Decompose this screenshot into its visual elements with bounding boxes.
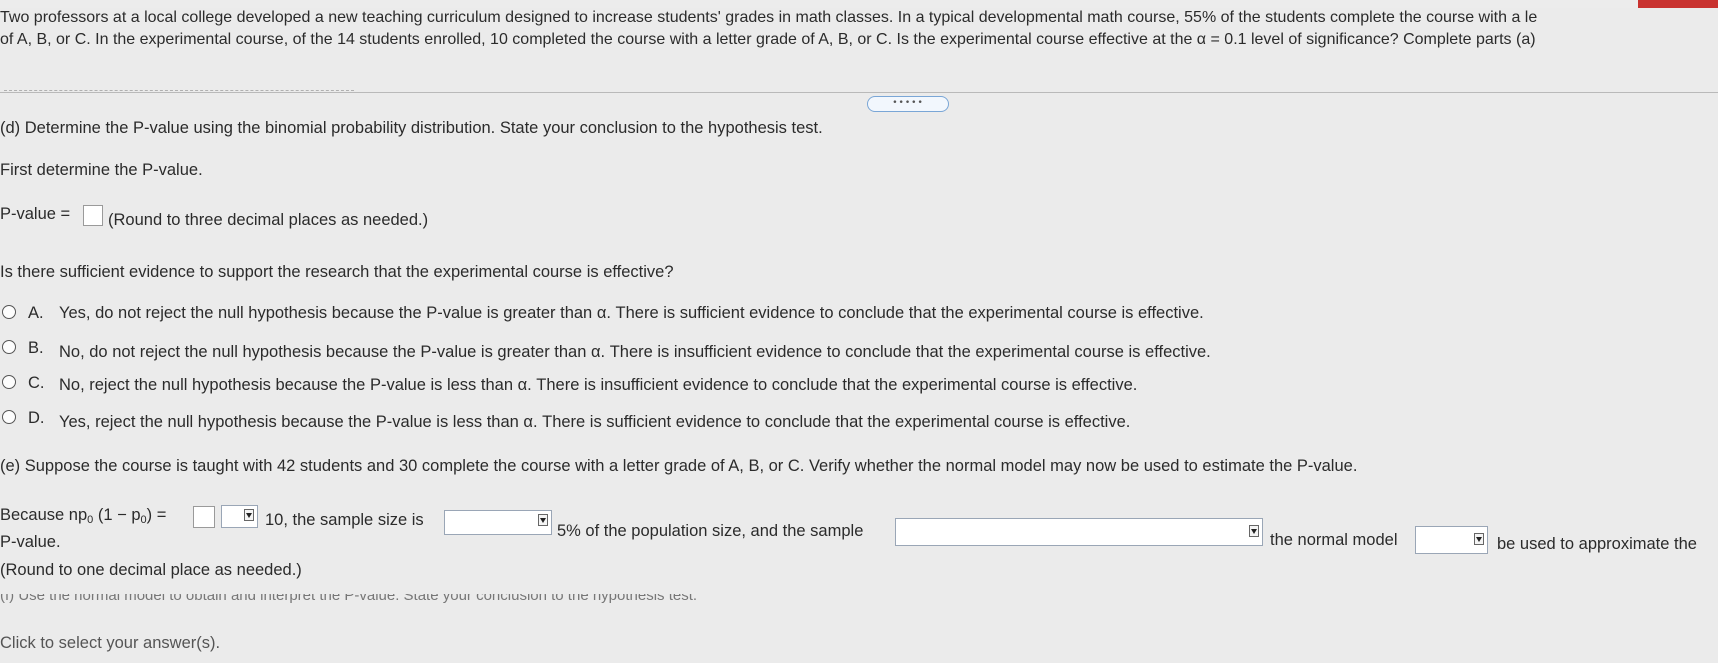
part-e-heading: (e) Suppose the course is taught with 42… [0,457,1358,475]
chevron-down-icon [1249,525,1259,537]
chevron-down-icon [244,509,254,521]
part-e-round-note: (Round to one decimal place as needed.) [0,561,302,579]
subscript-0: 0 [87,514,94,526]
part-d-question: Is there sufficient evidence to support … [0,263,674,281]
radio-b[interactable] [2,340,16,354]
part-d-first-line: First determine the P-value. [0,161,203,179]
paren-close: ) = [146,506,167,524]
radio-a[interactable] [2,305,16,319]
option-d-text: Yes, reject the null hypothesis because … [59,413,1131,431]
paren-open: (1 − p [97,506,141,524]
because-expression: Because np0 (1 − p0) = [0,505,166,527]
chevron-down-icon [538,514,548,526]
sample-size-dropdown[interactable] [444,510,552,535]
comparison-dropdown-1[interactable] [221,505,258,528]
part-f-text: (f) Use the normal model to obtain and i… [0,594,698,604]
pvalue-word: P-value. [0,533,61,551]
footer-instruction: Click to select your answer(s). [0,634,221,652]
part-d-heading: (d) Determine the P-value using the bino… [0,119,823,137]
pct-text: 5% of the population size, and the sampl… [557,522,864,540]
option-c-letter: C. [28,374,45,392]
subscript-0b: 0 [140,514,147,526]
divider [0,92,1718,93]
top-bar-accent [1638,0,1718,8]
chevron-down-icon [1474,533,1484,545]
expand-button[interactable]: ••••• [867,96,949,112]
option-b-letter: B. [28,339,44,357]
option-c-text: No, reject the null hypothesis because t… [59,376,1138,394]
option-d-letter: D. [28,409,45,427]
np-input[interactable] [193,506,215,528]
because-label: Because np [0,506,88,524]
divider-dashed [4,90,354,91]
normal-model-dropdown[interactable] [1415,526,1488,554]
option-a-text: Yes, do not reject the null hypothesis b… [59,304,1204,322]
option-a-letter: A. [28,304,44,322]
part-f-cut-off: (f) Use the normal model to obtain and i… [0,594,850,604]
intro-line-1: Two professors at a local college develo… [0,9,1538,26]
sample-dropdown[interactable] [895,518,1263,546]
normal-model-text: the normal model [1270,531,1398,549]
radio-d[interactable] [2,410,16,424]
option-b-text: No, do not reject the null hypothesis be… [59,343,1211,361]
be-used-text: be used to approximate the [1497,535,1697,553]
pvalue-input[interactable] [83,205,103,226]
pvalue-label: P-value = [0,205,71,223]
radio-c[interactable] [2,375,16,389]
pvalue-round-note: (Round to three decimal places as needed… [108,211,429,229]
top-bar [0,0,1718,8]
after-ten-text: 10, the sample size is [265,511,424,529]
intro-line-2: of A, B, or C. In the experimental cours… [0,31,1536,48]
